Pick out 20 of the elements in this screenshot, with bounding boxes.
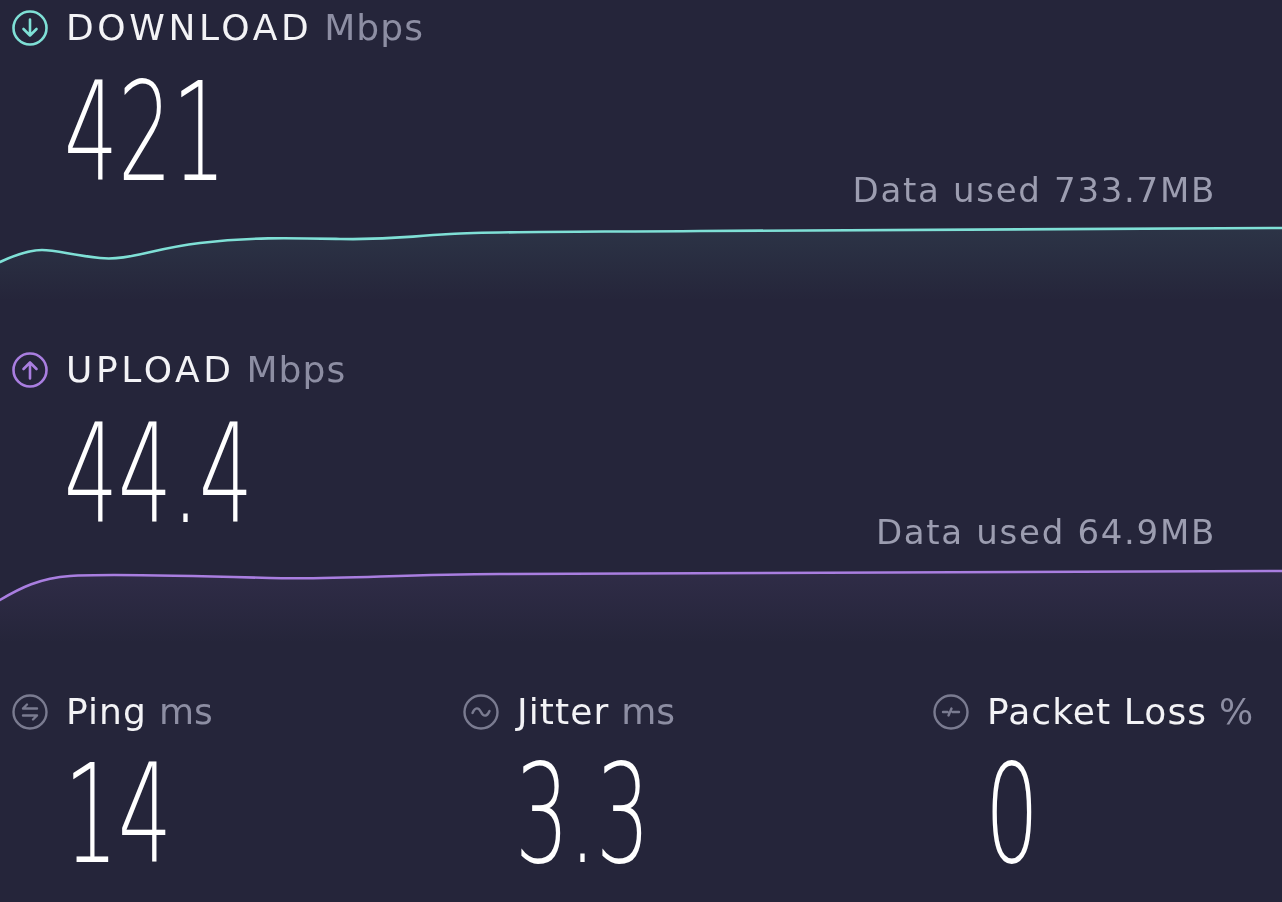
metric-label: DOWNLOAD [66,10,313,46]
unit-label: Mbps [324,10,425,46]
data-used-text: Data used 733.7MB [852,173,1216,207]
metric-label: Packet Loss [987,694,1208,730]
data-used-text: Data used 64.9MB [875,515,1216,549]
stat-value: 14 [64,746,174,883]
speed-value: 44.4 [64,406,254,543]
unit-label: ms [158,694,213,730]
pulse-circle-icon [933,694,969,730]
unit-label: Mbps [246,352,347,388]
stat-value: 0 [985,746,1041,883]
metric-label: Ping [66,694,147,730]
metric-label: Jitter [517,694,610,730]
metric-label: UPLOAD [66,352,235,388]
speed-value: 421 [64,64,227,201]
unit-label: ms [621,694,676,730]
arrows-circle-icon [12,694,48,730]
wave-circle-icon [463,694,499,730]
stat-value: 3.3 [515,746,652,883]
unit-label: % [1219,694,1254,730]
